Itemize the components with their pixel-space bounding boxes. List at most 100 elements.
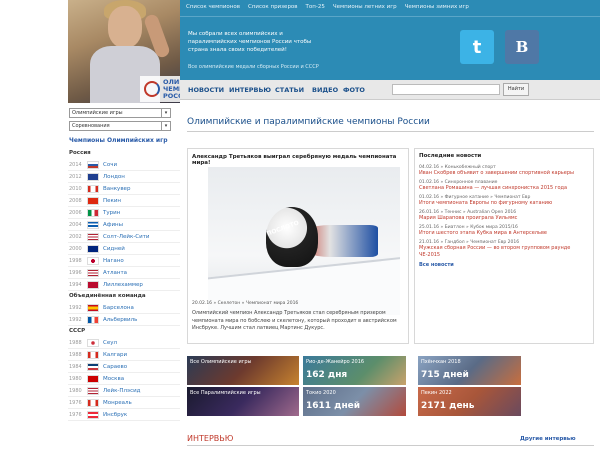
sidebar-games-item[interactable]: 1992 Барселона <box>68 302 180 314</box>
games-city-link[interactable]: Сеул <box>103 340 117 346</box>
flag-icon <box>87 350 99 359</box>
sidebar-games-item[interactable]: 2010 Ванкувер <box>68 183 180 195</box>
tile-all-olympic[interactable]: Все Олимпийские игры <box>187 356 299 385</box>
sidebar-games-item[interactable]: 2002 Солт-Лейк-Сити <box>68 231 180 243</box>
news-title-link[interactable]: Мужская сборная России — во втором групп… <box>419 245 589 259</box>
flag-icon <box>87 208 99 217</box>
news-header: Последние новости <box>419 153 482 159</box>
topnav-summer[interactable]: Чемпионы летних игр <box>333 4 397 10</box>
sidebar-games-item[interactable]: 1976 Инсбрук <box>68 409 180 421</box>
news-item[interactable]: 21.01.16 » Гандбол » Чемпионат Евр 2016 М… <box>419 240 589 259</box>
featured-article[interactable]: Александр Третьяков выиграл серебряную м… <box>187 148 409 344</box>
featured-meta: 20.02.16 » Скелетон » Чемпионат мира 201… <box>192 301 299 306</box>
sidebar-games-item[interactable]: 1996 Атланта <box>68 267 180 279</box>
news-title-link[interactable]: Мария Шарапова проиграла Уильямс <box>419 215 589 222</box>
games-year: 1996 <box>69 269 82 276</box>
sidebar-games-item[interactable]: 2008 Пекин <box>68 195 180 207</box>
sidebar-games-item[interactable]: 1998 Нагано <box>68 255 180 267</box>
vk-icon[interactable]: В <box>505 30 539 64</box>
topnav-winter[interactable]: Чемпионы зимних игр <box>405 4 469 10</box>
sidebar-games-item[interactable]: 1988 Сеул <box>68 337 180 349</box>
sidebar-games-item[interactable]: 1984 Сараево <box>68 361 180 373</box>
games-city-link[interactable]: Лиллехаммер <box>103 282 143 288</box>
games-city-link[interactable]: Инсбрук <box>103 412 127 418</box>
games-city-link[interactable]: Сараево <box>103 364 127 370</box>
news-item[interactable]: 04.02.16 » Конькобежный спорт Иван Скобре… <box>419 165 589 177</box>
sidebar-games-item[interactable]: 2000 Сидней <box>68 243 180 255</box>
nav-photo[interactable]: ФОТО <box>343 86 365 94</box>
competition-select[interactable]: Соревнования ▾ <box>69 121 171 131</box>
games-city-link[interactable]: Ванкувер <box>103 186 130 192</box>
sidebar-games-item[interactable]: 2006 Турин <box>68 207 180 219</box>
games-city-link[interactable]: Сочи <box>103 162 117 168</box>
games-city-link[interactable]: Москва <box>103 376 124 382</box>
games-city-link[interactable]: Лондон <box>103 174 125 180</box>
games-year: 2012 <box>69 173 82 180</box>
games-city-link[interactable]: Калгари <box>103 352 127 358</box>
topnav-top25[interactable]: Топ-25 <box>306 4 325 10</box>
featured-image[interactable]: ПОСЛОТО <box>208 167 400 315</box>
sidebar-games-item[interactable]: 2004 Афины <box>68 219 180 231</box>
news-title-link[interactable]: Иван Скобрев объявит о завершении спорти… <box>419 170 589 177</box>
search-button[interactable]: Найти <box>503 83 529 96</box>
sidebar-games-item[interactable]: 1994 Лиллехаммер <box>68 279 180 291</box>
games-city-link[interactable]: Барселона <box>103 305 134 311</box>
games-year: 1998 <box>69 257 82 264</box>
page-title: Олимпийские и паралимпийские чемпионы Ро… <box>187 117 430 127</box>
header-sub-tagline[interactable]: Все олимпийские медали сборных России и … <box>188 64 319 70</box>
sidebar-games-item[interactable]: 1976 Монреаль <box>68 397 180 409</box>
news-title-link[interactable]: Итоги чемпионата Европы по фигурному кат… <box>419 200 589 207</box>
sidebar-games-item[interactable]: 2014 Сочи <box>68 159 180 171</box>
news-item[interactable]: 01.02.16 » Синхронное плавание Светлана Р… <box>419 180 589 192</box>
games-city-link[interactable]: Альбервиль <box>103 317 137 323</box>
site-logo[interactable]: ОЛИМПИЙСКИЕ ЧЕМПИОНЫ РОССИИ <box>140 76 180 102</box>
games-select[interactable]: Олимпийские игры ▾ <box>69 108 171 118</box>
flag-icon <box>87 315 99 324</box>
games-city-link[interactable]: Нагано <box>103 258 124 264</box>
sidebar-games-item[interactable]: 1988 Калгари <box>68 349 180 361</box>
twitter-icon[interactable]: t <box>460 30 494 64</box>
featured-title[interactable]: Александр Третьяков выиграл серебряную м… <box>192 154 408 166</box>
games-year: 1976 <box>69 411 82 418</box>
games-city-link[interactable]: Афины <box>103 222 123 228</box>
games-year: 1992 <box>69 304 82 311</box>
nav-articles[interactable]: СТАТЬИ <box>275 86 304 94</box>
games-city-link[interactable]: Солт-Лейк-Сити <box>103 234 150 240</box>
all-news-link[interactable]: Все новости <box>419 262 589 268</box>
flag-icon <box>87 386 99 395</box>
news-title-link[interactable]: Итоги шестого этапа Кубка мира в Антерсе… <box>419 230 589 237</box>
tile-beijing[interactable]: Пекин 2022 2171 день <box>418 387 521 416</box>
games-year: 2000 <box>69 245 82 252</box>
nav-video[interactable]: ВИДЕО <box>312 86 338 94</box>
nav-interviews[interactable]: ИНТЕРВЬЮ <box>229 86 271 94</box>
games-city-link[interactable]: Пекин <box>103 198 121 204</box>
tile-tokyo[interactable]: Токио 2020 1611 дней <box>303 387 406 416</box>
sidebar-games-item[interactable]: 1992 Альбервиль <box>68 314 180 326</box>
tile-rio[interactable]: Рио-де-Жанейро 2016 162 дня <box>303 356 406 385</box>
sidebar-games-item[interactable]: 1980 Лейк-Плэсид <box>68 385 180 397</box>
sidebar-games-item[interactable]: 1980 Москва <box>68 373 180 385</box>
topnav-medalists[interactable]: Список призеров <box>248 4 298 10</box>
games-year: 2008 <box>69 197 82 204</box>
games-year: 1992 <box>69 316 82 323</box>
games-city-link[interactable]: Атланта <box>103 270 127 276</box>
nav-news[interactable]: НОВОСТИ <box>188 86 224 94</box>
news-item[interactable]: 25.01.16 » Биатлон » Кубок мира 2015/16 И… <box>419 225 589 237</box>
sidebar-group-heading: СССР <box>69 328 86 334</box>
other-interviews-link[interactable]: Другие интервью <box>520 436 576 442</box>
games-city-link[interactable]: Монреаль <box>103 400 132 406</box>
news-item[interactable]: 01.02.16 » Фигурное катание » Чемпионат … <box>419 195 589 207</box>
games-city-link[interactable]: Турин <box>103 210 120 216</box>
search-input[interactable] <box>392 84 500 95</box>
olympic-ring-icon <box>144 81 160 97</box>
news-title-link[interactable]: Светлана Ромашина — лучшая синхронистка … <box>419 185 589 192</box>
sidebar-games-item[interactable]: 2012 Лондон <box>68 171 180 183</box>
tile-pyeongchang[interactable]: Пхёнчхан 2018 715 дней <box>418 356 521 385</box>
topnav-champions[interactable]: Список чемпионов <box>186 4 240 10</box>
games-city-link[interactable]: Сидней <box>103 246 125 252</box>
games-city-link[interactable]: Лейк-Плэсид <box>103 388 140 394</box>
tile-all-paralympic[interactable]: Все Паралимпийские игры <box>187 387 299 416</box>
news-item[interactable]: 26.01.16 » Теннис » Australian Open 2016… <box>419 210 589 222</box>
tile-label: Пхёнчхан 2018 <box>421 359 461 365</box>
logo-text: ОЛИМПИЙСКИЕ ЧЕМПИОНЫ РОССИИ <box>163 77 180 100</box>
